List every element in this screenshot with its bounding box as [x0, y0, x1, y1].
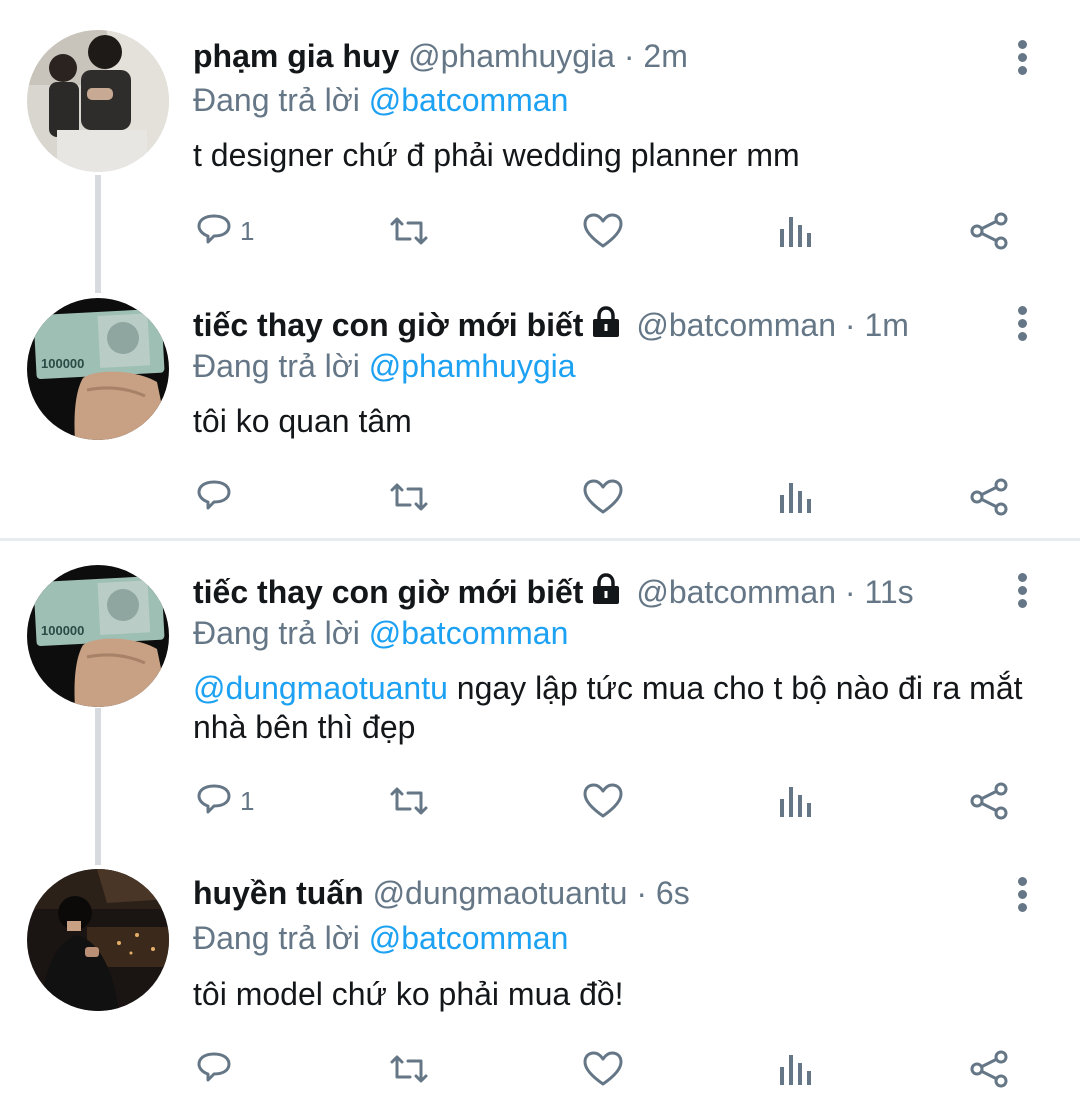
more-options-icon[interactable]: [1010, 573, 1034, 613]
retweet-button[interactable]: [386, 1047, 432, 1091]
timestamp[interactable]: · 2m: [624, 38, 688, 74]
tweet-actions: 1: [190, 779, 1030, 823]
display-name[interactable]: phạm gia huy: [193, 38, 399, 74]
share-icon: [970, 782, 1008, 820]
replying-to-label: Đang trả lời: [193, 348, 360, 384]
replying-to: Đang trả lời @phamhuygia: [193, 348, 576, 385]
retweet-button[interactable]: [386, 209, 432, 253]
user-handle[interactable]: @dungmaotuantu: [373, 875, 628, 911]
reply-button[interactable]: 1: [194, 779, 254, 823]
analytics-button[interactable]: [778, 1047, 814, 1091]
share-icon: [970, 478, 1008, 516]
retweet-icon: [390, 787, 428, 815]
share-button[interactable]: [968, 475, 1012, 519]
share-icon: [970, 1050, 1008, 1088]
retweet-button[interactable]: [386, 779, 432, 823]
reply-icon: [197, 784, 231, 814]
tweet-text-content: tôi ko quan tâm: [193, 403, 412, 439]
retweet-icon: [390, 483, 428, 511]
tweet-text-content: tôi model chứ ko phải mua đồ!: [193, 976, 624, 1012]
svg-text:100000: 100000: [41, 356, 84, 371]
analytics-icon: [780, 483, 811, 513]
svg-text:100000: 100000: [41, 623, 84, 638]
tweet-text: tôi model chứ ko phải mua đồ!: [193, 975, 1053, 1014]
reply-count: 1: [240, 215, 255, 246]
tweet-header: phạm gia huy @phamhuygia · 2m: [193, 38, 688, 75]
analytics-icon: [780, 787, 811, 817]
user-handle[interactable]: @batcomman: [636, 574, 836, 610]
tweet[interactable]: 100000 tiếc thay con giờ mới biết @batco…: [0, 541, 1080, 861]
like-button[interactable]: [582, 475, 624, 519]
analytics-button[interactable]: [778, 475, 814, 519]
lock-icon: [593, 306, 620, 337]
share-button[interactable]: [968, 1047, 1012, 1091]
tweet-header: tiếc thay con giờ mới biết @batcomman · …: [193, 573, 914, 611]
analytics-button[interactable]: [778, 779, 814, 823]
share-button[interactable]: [968, 779, 1012, 823]
tweet[interactable]: huyền tuấn @dungmaotuantu · 6s Đang trả …: [0, 861, 1080, 1110]
heart-icon: [583, 213, 623, 248]
more-options-icon[interactable]: [1010, 306, 1034, 346]
share-icon: [970, 212, 1008, 250]
like-button[interactable]: [582, 779, 624, 823]
like-button[interactable]: [582, 209, 624, 253]
tweet-text: tôi ko quan tâm: [193, 402, 1053, 441]
avatar[interactable]: [27, 869, 169, 1011]
reply-button[interactable]: [194, 475, 240, 519]
replying-to: Đang trả lời @batcomman: [193, 82, 568, 119]
heart-icon: [583, 479, 623, 514]
retweet-button[interactable]: [386, 475, 432, 519]
timestamp[interactable]: · 1m: [845, 307, 909, 343]
avatar[interactable]: [27, 30, 169, 172]
reply-icon: [197, 480, 231, 510]
tweet-actions: [190, 475, 1030, 519]
replying-to-mention[interactable]: @batcomman: [369, 920, 569, 956]
tweet-text-content: t designer chứ đ phải wedding planner mm: [193, 137, 800, 173]
lock-icon: [593, 573, 620, 604]
reply-button[interactable]: [194, 1047, 240, 1091]
replying-to-mention[interactable]: @batcomman: [369, 615, 569, 651]
avatar[interactable]: 100000: [27, 565, 169, 707]
reply-icon: [197, 214, 231, 244]
retweet-icon: [390, 217, 428, 245]
analytics-icon: [780, 1055, 811, 1085]
replying-to-mention[interactable]: @batcomman: [369, 82, 569, 118]
more-options-icon[interactable]: [1010, 877, 1034, 917]
replying-to: Đang trả lời @batcomman: [193, 615, 568, 652]
tweet-header: huyền tuấn @dungmaotuantu · 6s: [193, 875, 690, 912]
tweet-text: @dungmaotuantu ngay lập tức mua cho t bộ…: [193, 669, 1053, 747]
tweet[interactable]: 100000 tiếc thay con giờ mới biết @batco…: [0, 290, 1080, 538]
heart-icon: [583, 783, 623, 818]
analytics-icon: [780, 217, 811, 247]
tweet[interactable]: phạm gia huy @phamhuygia · 2m Đang trả l…: [0, 0, 1080, 290]
heart-icon: [583, 1051, 623, 1086]
share-button[interactable]: [968, 209, 1012, 253]
analytics-button[interactable]: [778, 209, 814, 253]
avatar[interactable]: 100000: [27, 298, 169, 440]
timestamp[interactable]: · 6s: [636, 875, 689, 911]
tweet-mention[interactable]: @dungmaotuantu: [193, 670, 448, 706]
display-name[interactable]: huyền tuấn: [193, 875, 364, 911]
timestamp[interactable]: · 11s: [845, 574, 914, 610]
reply-icon: [197, 1052, 231, 1082]
replying-to-label: Đang trả lời: [193, 615, 360, 651]
user-handle[interactable]: @phamhuygia: [408, 38, 615, 74]
replying-to-mention[interactable]: @phamhuygia: [369, 348, 576, 384]
like-button[interactable]: [582, 1047, 624, 1091]
replying-to-label: Đang trả lời: [193, 920, 360, 956]
tweet-actions: [190, 1047, 1030, 1091]
display-name[interactable]: tiếc thay con giờ mới biết: [193, 574, 583, 610]
user-handle[interactable]: @batcomman: [636, 307, 836, 343]
replying-to: Đang trả lời @batcomman: [193, 920, 568, 957]
more-options-icon[interactable]: [1010, 40, 1034, 80]
tweet-text: t designer chứ đ phải wedding planner mm: [193, 136, 1053, 175]
reply-button[interactable]: 1: [194, 209, 254, 253]
replying-to-label: Đang trả lời: [193, 82, 360, 118]
tweet-header: tiếc thay con giờ mới biết @batcomman · …: [193, 306, 909, 344]
reply-count: 1: [240, 785, 255, 816]
tweet-actions: 1: [190, 209, 1030, 253]
retweet-icon: [390, 1055, 428, 1083]
display-name[interactable]: tiếc thay con giờ mới biết: [193, 307, 583, 343]
